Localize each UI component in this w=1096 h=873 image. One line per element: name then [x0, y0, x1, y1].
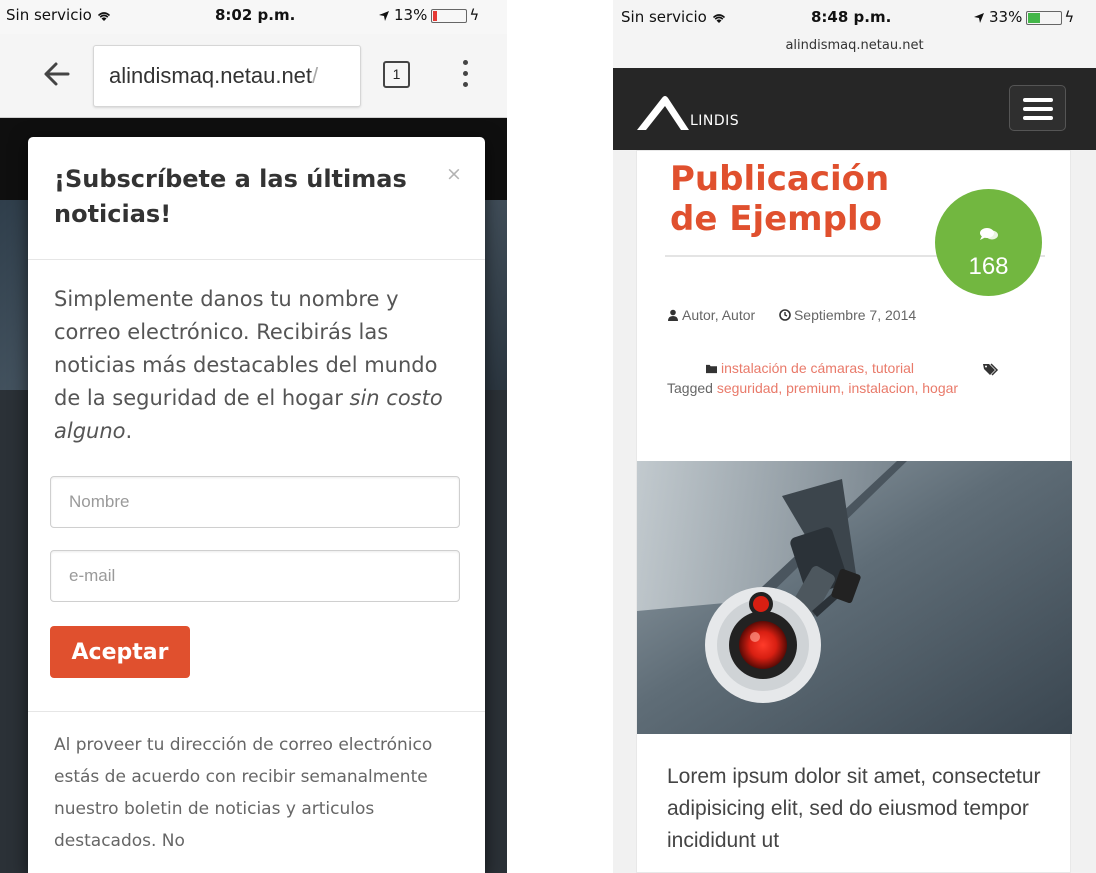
site-navbar: LINDIS	[613, 68, 1096, 150]
address-bar[interactable]: alindismaq.netau.net/	[93, 45, 361, 107]
location-arrow-icon	[379, 10, 389, 21]
post-excerpt: Lorem ipsum dolor sit amet, consectetur …	[667, 765, 1041, 852]
name-field[interactable]	[50, 476, 460, 528]
post-author[interactable]: Autor, Autor	[682, 307, 755, 323]
comments-icon	[980, 228, 998, 240]
location-arrow-icon	[974, 12, 984, 23]
post-article: Publicación de Ejemplo 168 Autor, Autor …	[636, 150, 1072, 873]
tagged-label: Tagged	[667, 380, 713, 396]
wifi-icon	[97, 11, 110, 21]
clock: 8:48 p.m.	[811, 8, 892, 26]
back-arrow-icon[interactable]	[36, 56, 76, 92]
modal-title: ¡Subscríbete a las últimas noticias!	[54, 165, 407, 228]
site-logo[interactable]: LINDIS	[635, 88, 775, 133]
security-camera-illustration	[637, 461, 1072, 734]
post-title[interactable]: Publicación de Ejemplo	[670, 159, 940, 239]
post-taxonomy: instalación de cámaras, tutorial Tagged …	[667, 358, 997, 398]
email-field[interactable]	[50, 550, 460, 602]
overflow-menu-icon[interactable]	[460, 60, 470, 92]
charging-icon: ϟ	[469, 6, 480, 24]
accept-button[interactable]: Aceptar	[50, 626, 190, 678]
tab-switcher-button[interactable]: 1	[383, 61, 410, 88]
tags-icon	[983, 363, 999, 376]
subscribe-modal: ¡Subscríbete a las últimas noticias! × S…	[28, 137, 485, 873]
charging-icon: ϟ	[1064, 8, 1075, 26]
close-icon[interactable]: ×	[446, 163, 462, 185]
screenshot-stage: Sin servicio 8:02 p.m. 13% ϟ alindismaq.n…	[0, 0, 1096, 873]
post-categories[interactable]: instalación de cámaras, tutorial	[721, 360, 914, 376]
battery-indicator: 33% ϟ	[973, 8, 1074, 26]
divider	[28, 711, 485, 712]
status-bar: Sin servicio 8:02 p.m. 13% ϟ	[0, 0, 507, 34]
modal-disclaimer: Al proveer tu dirección de correo electr…	[54, 735, 433, 851]
status-bar: Sin servicio 8:48 p.m. 33% ϟ alindismaq.n…	[613, 0, 1096, 68]
comment-count-badge[interactable]: 168	[935, 189, 1042, 296]
screenshot-gap	[507, 0, 613, 873]
logo-mark-icon	[637, 96, 689, 130]
comment-count: 168	[968, 253, 1009, 280]
clock-icon	[779, 309, 791, 321]
page-url[interactable]: alindismaq.netau.net	[613, 38, 1096, 53]
folder-icon	[706, 364, 717, 374]
right-phone-screen: Sin servicio 8:48 p.m. 33% ϟ alindismaq.n…	[613, 0, 1096, 873]
battery-icon	[431, 8, 468, 23]
battery-icon	[1026, 10, 1063, 25]
hamburger-menu-icon[interactable]	[1009, 85, 1066, 131]
post-meta: Autor, Autor Septiembre 7, 2014	[667, 307, 1057, 323]
wifi-icon	[712, 13, 725, 23]
left-phone-screen: Sin servicio 8:02 p.m. 13% ϟ alindismaq.n…	[0, 0, 507, 873]
user-icon	[668, 309, 678, 321]
battery-indicator: 13% ϟ	[378, 6, 479, 24]
clock: 8:02 p.m.	[215, 6, 296, 24]
divider	[28, 259, 485, 260]
post-featured-image[interactable]	[637, 461, 1072, 734]
modal-intro-text: Simplemente danos tu nombre y correo ele…	[54, 287, 443, 443]
post-date: Septiembre 7, 2014	[793, 307, 917, 323]
logo-text: LINDIS	[690, 113, 740, 129]
browser-toolbar: alindismaq.netau.net/ 1	[0, 34, 507, 118]
carrier-label: Sin servicio	[621, 8, 727, 26]
post-tags[interactable]: seguridad, premium, instalacion, hogar	[717, 380, 958, 396]
carrier-label: Sin servicio	[6, 6, 112, 24]
